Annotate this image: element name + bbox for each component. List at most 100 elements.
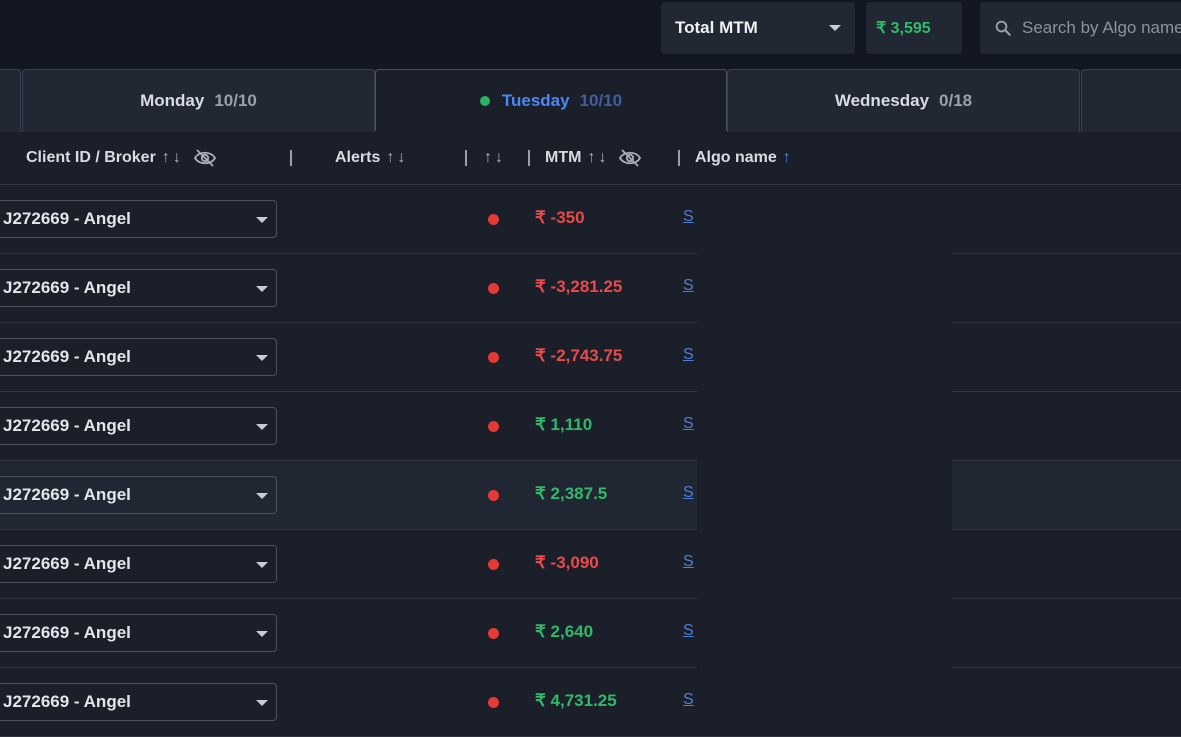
table-row: J272669 - Angel ₹ 1,110 S: [0, 392, 1181, 461]
client-broker-select[interactable]: J272669 - Angel: [0, 269, 277, 307]
status-dot: [488, 214, 499, 225]
sort-asc-icon[interactable]: ↑: [386, 149, 394, 167]
algo-name-link[interactable]: S: [683, 346, 697, 364]
mtm-value: ₹ 1,110: [535, 415, 593, 434]
column-alerts[interactable]: Alerts ↑ ↓: [335, 132, 405, 184]
sort-asc-icon[interactable]: ↑: [484, 149, 492, 167]
active-status-dot: [479, 96, 490, 106]
mtm-value: ₹ -350: [535, 208, 585, 227]
client-broker-value: J272669 - Angel: [3, 485, 131, 504]
day-tabs: Monday 10/10 Tuesday 10/10 Wednesday 0/1…: [0, 69, 1181, 132]
client-broker-select[interactable]: J272669 - Angel: [0, 338, 277, 376]
chevron-down-icon: [829, 25, 841, 31]
client-broker-select[interactable]: J272669 - Angel: [0, 476, 277, 514]
chevron-down-icon: [256, 562, 268, 568]
table-row: J272669 - Angel ₹ 2,387.5 S: [0, 461, 1181, 530]
table-header: Client ID / Broker ↑ ↓ Alerts ↑ ↓ ↑ ↓ MT…: [0, 132, 1181, 185]
search-box[interactable]: [980, 2, 1181, 54]
column-mtm[interactable]: MTM ↑ ↓: [545, 132, 642, 184]
tab-count: 10/10: [579, 91, 623, 110]
column-divider: [290, 150, 292, 166]
algo-name-link[interactable]: S: [683, 484, 697, 502]
client-broker-select[interactable]: J272669 - Angel: [0, 200, 277, 238]
status-dot: [488, 283, 499, 294]
algo-name-link[interactable]: S: [683, 208, 697, 226]
client-broker-value: J272669 - Angel: [3, 209, 131, 228]
client-broker-select[interactable]: J272669 - Angel: [0, 683, 277, 721]
mtm-value: ₹ 2,640: [535, 622, 594, 641]
chevron-down-icon: [256, 286, 268, 292]
chevron-down-icon: [256, 424, 268, 430]
table-row: J272669 - Angel ₹ 4,731.25 S: [0, 668, 1181, 737]
algo-name-link[interactable]: S: [683, 553, 697, 571]
algo-name-link[interactable]: S: [683, 691, 697, 709]
client-broker-value: J272669 - Angel: [3, 692, 131, 711]
chevron-down-icon: [256, 631, 268, 637]
top-bar: Total MTM ₹ 3,595: [0, 0, 1181, 69]
table-row: J272669 - Angel ₹ -3,281.25 S: [0, 254, 1181, 323]
mtm-select-label: Total MTM: [675, 18, 758, 37]
sort-asc-icon[interactable]: ↑: [587, 149, 595, 167]
sort-desc-icon[interactable]: ↓: [495, 149, 503, 167]
mtm-value: ₹ -2,743.75: [535, 346, 623, 365]
tab-label: Wednesday: [834, 91, 930, 110]
mtm-value: ₹ 4,731.25: [535, 691, 617, 710]
status-dot: [488, 421, 499, 432]
status-dot: [488, 352, 499, 363]
column-status[interactable]: ↑ ↓: [478, 132, 503, 184]
tab-count: 0/18: [939, 91, 973, 110]
client-broker-value: J272669 - Angel: [3, 416, 131, 435]
chevron-down-icon: [256, 355, 268, 361]
client-broker-select[interactable]: J272669 - Angel: [0, 614, 277, 652]
tab-next-day[interactable]: [1081, 69, 1181, 132]
tab-previous-day[interactable]: [0, 69, 21, 132]
tab-count: 10/10: [214, 91, 257, 110]
algo-name-link[interactable]: S: [683, 277, 697, 295]
tab-tuesday[interactable]: Tuesday 10/10: [375, 69, 727, 132]
column-label: MTM: [545, 149, 582, 166]
eye-off-icon[interactable]: [618, 148, 642, 168]
client-broker-select[interactable]: J272669 - Angel: [0, 545, 277, 583]
sort-desc-icon[interactable]: ↓: [397, 149, 405, 167]
table-row: J272669 - Angel ₹ -3,090 S: [0, 530, 1181, 599]
column-label: Alerts: [335, 149, 381, 166]
client-broker-select[interactable]: J272669 - Angel: [0, 407, 277, 445]
sort-asc-icon[interactable]: ↑: [162, 149, 170, 167]
sort-asc-icon[interactable]: ↑: [783, 149, 791, 167]
column-divider: [528, 150, 530, 166]
mtm-type-select[interactable]: Total MTM: [661, 2, 855, 54]
sort-desc-icon[interactable]: ↓: [598, 149, 606, 167]
mtm-value: ₹ -3,281.25: [535, 277, 623, 296]
table-row: J272669 - Angel ₹ -350 S: [0, 185, 1181, 254]
tab-monday[interactable]: Monday 10/10: [22, 69, 375, 132]
tab-label: Tuesday: [501, 91, 570, 110]
column-divider: [678, 150, 680, 166]
chevron-down-icon: [256, 493, 268, 499]
chevron-down-icon: [256, 700, 268, 706]
mtm-value: ₹ -3,090: [535, 553, 599, 572]
client-broker-value: J272669 - Angel: [3, 554, 131, 573]
table-row: J272669 - Angel ₹ -2,743.75 S: [0, 323, 1181, 392]
client-broker-value: J272669 - Angel: [3, 347, 131, 366]
search-input[interactable]: [1020, 17, 1181, 39]
eye-off-icon[interactable]: [193, 148, 217, 168]
status-dot: [488, 490, 499, 501]
column-divider: [465, 150, 467, 166]
total-mtm-value: ₹ 3,595: [866, 2, 962, 54]
status-dot: [488, 697, 499, 708]
tab-label: Monday: [140, 91, 205, 110]
tab-wednesday[interactable]: Wednesday 0/18: [727, 69, 1080, 132]
column-label: Client ID / Broker: [26, 149, 156, 166]
chevron-down-icon: [256, 217, 268, 223]
sort-desc-icon[interactable]: ↓: [173, 149, 181, 167]
client-broker-value: J272669 - Angel: [3, 278, 131, 297]
column-algo-name[interactable]: Algo name ↑: [695, 132, 791, 184]
column-client[interactable]: Client ID / Broker ↑ ↓: [26, 132, 217, 184]
column-label: Algo name: [695, 149, 777, 166]
algo-name-link[interactable]: S: [683, 415, 697, 433]
algo-name-overlay-panel: [697, 185, 952, 707]
algo-name-link[interactable]: S: [683, 622, 697, 640]
table-row: J272669 - Angel ₹ 2,640 S: [0, 599, 1181, 668]
status-dot: [488, 559, 499, 570]
mtm-value: ₹ 2,387.5: [535, 484, 608, 503]
